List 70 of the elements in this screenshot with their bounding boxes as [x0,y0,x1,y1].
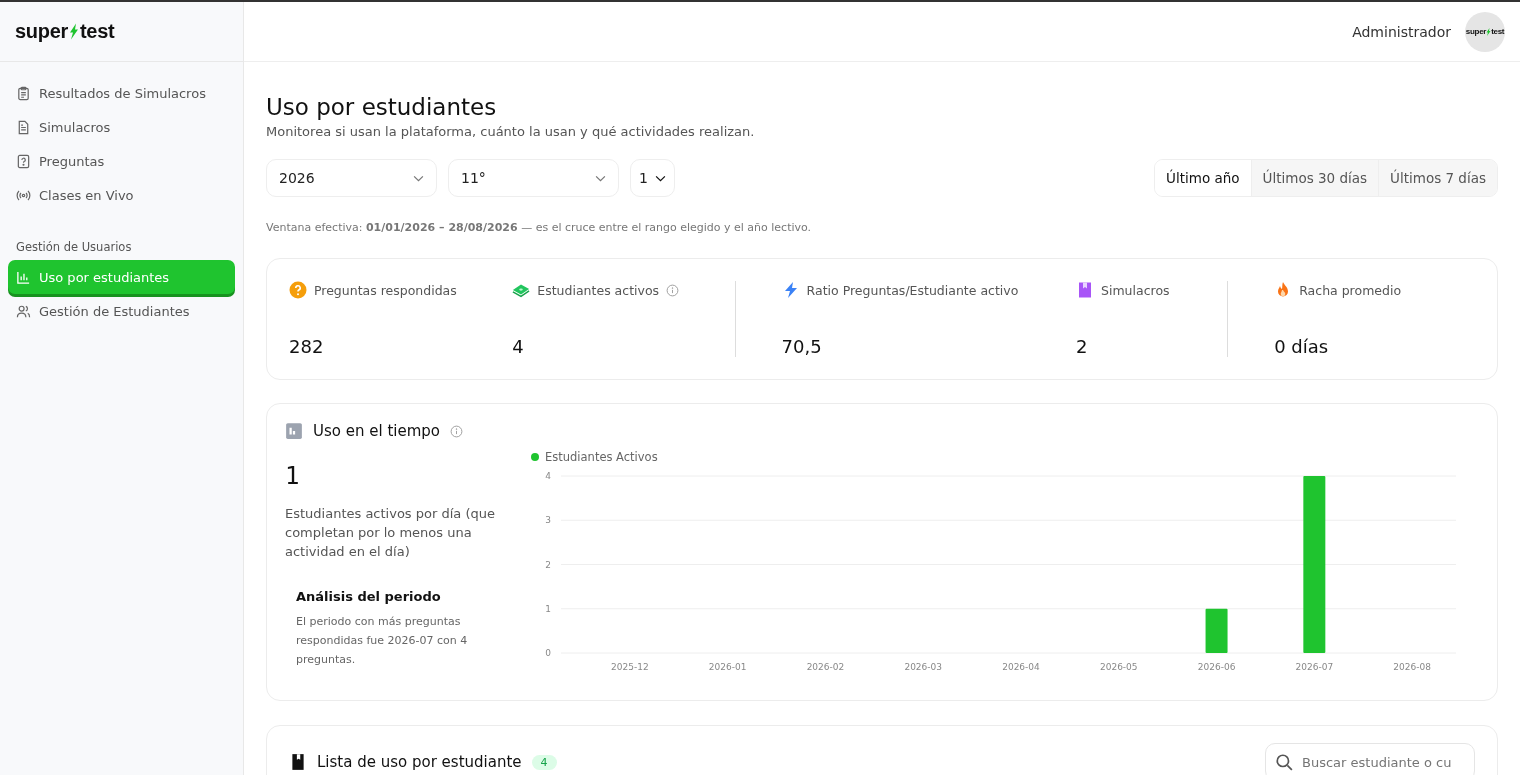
bar [1205,608,1228,653]
axis-label: 0 [545,648,551,658]
users-icon [16,303,31,319]
logo-text: test [79,20,115,43]
dropdown[interactable]: 11° [448,159,619,197]
range-tab[interactable]: Últimos 30 días [1250,160,1379,196]
stat-label: Estudiantes activos [537,282,660,298]
book-icon [1076,281,1094,299]
logo-text: super [1465,27,1487,36]
sidebar-item[interactable]: Resultados de Simulacros [8,76,235,110]
page-subtitle: Monitorea si usan la plataforma, cuánto la usan y qué actividades realizan. [266,124,756,139]
stat-label: Ratio Preguntas/Estudiante activo [806,282,1019,298]
axis-label: 2026-03 [904,662,943,672]
dropdown[interactable]: 2026 [266,159,437,197]
section-heading: Gestión de Usuarios [16,240,133,254]
stat-label: Preguntas respondidas [314,282,457,298]
axis-label: 2026-04 [1002,662,1040,672]
axis-label: 2025-12 [611,662,649,672]
sidebar-item[interactable]: Clases en Vivo [8,178,235,212]
card-title: Uso en el tiempo [313,422,440,440]
stat-label: Racha promedio [1299,282,1402,298]
logo-text: test [1491,27,1505,36]
search-icon [1275,753,1293,771]
bolt-icon [1486,27,1492,36]
avatar[interactable]: super test [1465,11,1505,52]
page-title: Uso por estudiantes [266,94,498,120]
axis-label: 2026-01 [708,662,747,672]
logo-text: super [15,20,68,43]
axis-label: 4 [545,471,551,481]
stat-label: Simulacros [1101,282,1170,298]
question-icon [289,281,307,299]
description: Estudiantes activos por día (que completan por lo menos una actividad en el día) [285,505,496,561]
sidebar-item[interactable]: Simulacros [8,110,235,144]
axis-label: 2026-05 [1099,662,1138,672]
clipboard-icon [16,85,31,101]
chevron-down-icon [655,174,666,182]
axis-label: 2026-07 [1295,662,1334,672]
stat-value: 282 [289,336,325,357]
user-name: Administrador [1352,23,1451,40]
axis-label: 2 [545,559,551,570]
bolt-icon [68,23,79,40]
stat-value: 70,5 [781,336,823,357]
axis-label: 3 [545,515,551,526]
sidebar-item[interactable]: Preguntas [8,144,235,178]
analysis-text: El periodo con más preguntas respondidas fue 2026-07 con 4 preguntas. [296,614,469,668]
big-value: 1 [285,462,301,490]
stat-value: 0 días [1274,336,1330,357]
info-icon [450,424,463,438]
axis-label: 2026-06 [1197,662,1236,672]
book-icon [289,753,307,771]
range-tab[interactable]: Últimos 7 días [1378,160,1497,196]
axis-label: 2026-02 [806,662,845,672]
stat-value: 4 [512,336,525,357]
document-icon [16,119,31,135]
stat-value: 2 [1076,336,1089,357]
axis-label: 1 [545,603,551,614]
chevron-down-icon [595,174,606,182]
bar-chart-icon [16,269,31,285]
axis-label: 2026-08 [1393,662,1431,672]
effective-window-note: Ventana efectiva: 01/01/2026 – 28/08/2026 — es el cruce entre el rango elegido y el año lectivo. [266,221,813,234]
legend-label: Estudiantes Activos [545,450,658,464]
question-icon [16,153,31,169]
analysis-title: Análisis del periodo [296,589,442,604]
count-badge: 4 [531,754,557,770]
card-title: Lista de uso por estudiante [317,753,522,771]
chart-icon [285,422,303,440]
chevron-down-icon [413,174,424,182]
sidebar-item[interactable]: Gestión de Estudiantes [8,294,235,328]
search-field[interactable]: Buscar estudiante o cu [1265,743,1475,775]
dropdown[interactable]: 1 [630,159,675,197]
